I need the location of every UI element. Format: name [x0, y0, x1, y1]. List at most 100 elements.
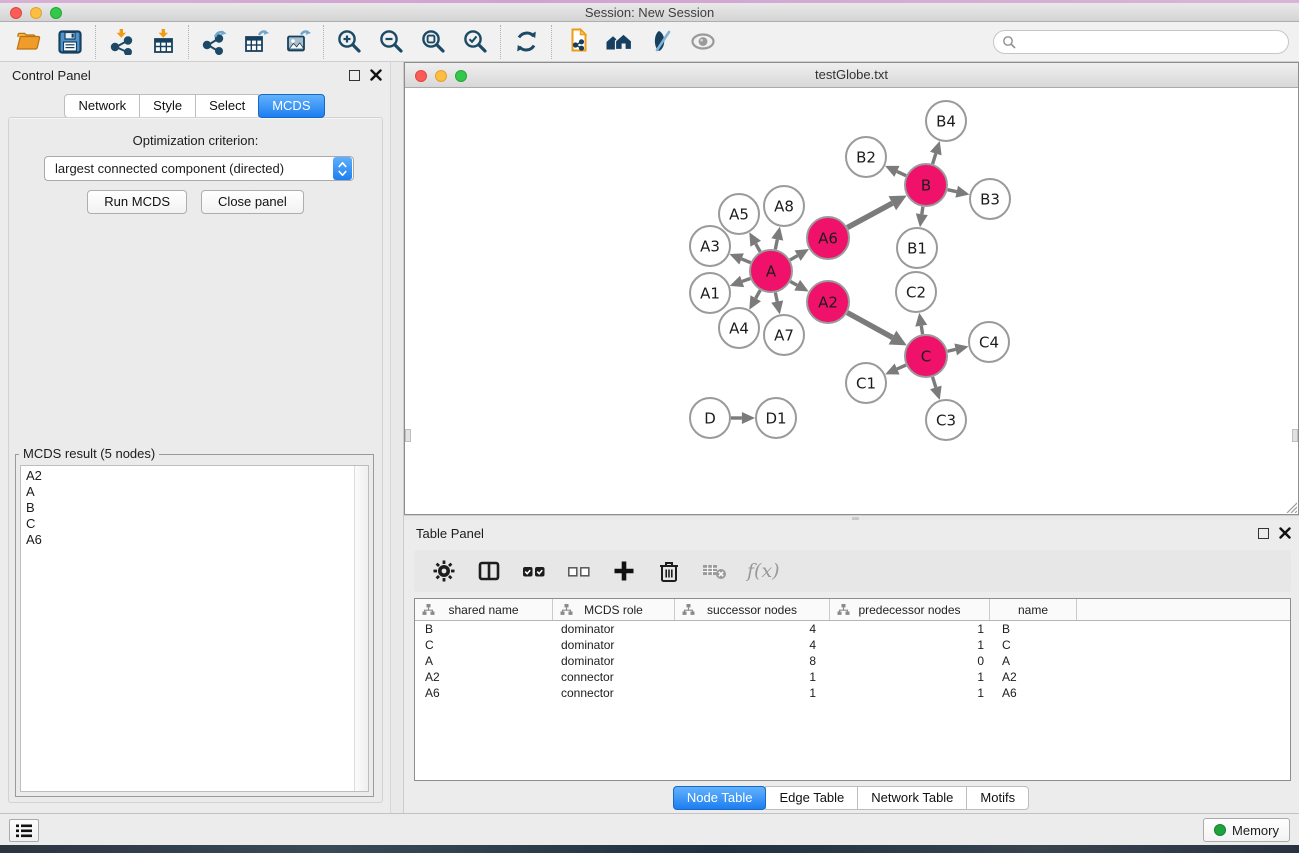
table-row-A2[interactable]: A2connector11A2: [415, 669, 1290, 685]
graph-edge-A-A6[interactable]: [790, 256, 798, 260]
unselect-all-columns-icon[interactable]: [565, 558, 593, 584]
float-table-panel-icon[interactable]: [1258, 528, 1269, 539]
add-column-icon[interactable]: [610, 558, 638, 584]
export-image-icon[interactable]: [284, 28, 312, 56]
close-table-panel-icon[interactable]: [1279, 527, 1291, 539]
tab-mcds[interactable]: MCDS: [258, 94, 324, 118]
cell-predecessor-nodes[interactable]: 1: [830, 670, 990, 684]
zoom-selected-icon[interactable]: [461, 28, 489, 56]
cell-name[interactable]: C: [990, 638, 1077, 652]
tab-node-table[interactable]: Node Table: [673, 786, 767, 810]
cell-mcds-role[interactable]: dominator: [553, 654, 675, 668]
close-panel-icon[interactable]: [370, 69, 382, 81]
app-titlebar[interactable]: Session: New Session: [0, 3, 1299, 22]
task-history-button[interactable]: [9, 819, 39, 842]
graph-edge-B-B4[interactable]: [933, 154, 936, 164]
zoom-out-icon[interactable]: [377, 28, 405, 56]
delete-columns-trash-icon[interactable]: [655, 558, 683, 584]
cell-successor-nodes[interactable]: 1: [675, 686, 830, 700]
cell-shared-name[interactable]: A6: [415, 686, 553, 700]
graph-edge-A-A2[interactable]: [790, 282, 797, 286]
zoom-in-icon[interactable]: [335, 28, 363, 56]
vertical-splitter[interactable]: [390, 62, 404, 813]
tab-select[interactable]: Select: [195, 94, 259, 118]
tab-network[interactable]: Network: [64, 94, 140, 118]
graph-edge-A-A1[interactable]: [742, 278, 750, 281]
close-panel-button[interactable]: Close panel: [201, 190, 304, 214]
cell-predecessor-nodes[interactable]: 1: [830, 686, 990, 700]
cell-predecessor-nodes[interactable]: 0: [830, 654, 990, 668]
table-options-gear-icon[interactable]: [430, 558, 458, 584]
column-header-successor-nodes[interactable]: successor nodes: [675, 599, 830, 620]
search-field[interactable]: [993, 30, 1289, 54]
cell-successor-nodes[interactable]: 4: [675, 622, 830, 636]
tab-motifs[interactable]: Motifs: [966, 786, 1029, 810]
mcds-result-item[interactable]: A6: [26, 532, 350, 548]
tab-style[interactable]: Style: [139, 94, 196, 118]
delete-table-icon[interactable]: [700, 558, 728, 584]
graph-edge-B-B2[interactable]: [897, 171, 906, 175]
graph-edge-B-B3[interactable]: [947, 190, 956, 192]
table-row-C[interactable]: Cdominator41C: [415, 637, 1290, 653]
mcds-result-item[interactable]: C: [26, 516, 350, 532]
graph-edge-A6-B[interactable]: [847, 203, 892, 227]
cell-predecessor-nodes[interactable]: 1: [830, 638, 990, 652]
cell-mcds-role[interactable]: dominator: [553, 638, 675, 652]
cell-name[interactable]: A6: [990, 686, 1077, 700]
criterion-dropdown[interactable]: largest connected component (directed): [44, 156, 354, 181]
cell-mcds-role[interactable]: connector: [553, 686, 675, 700]
tab-network-table[interactable]: Network Table: [857, 786, 967, 810]
graph-edge-C-C1[interactable]: [897, 365, 906, 369]
cell-name[interactable]: B: [990, 622, 1077, 636]
table-row-B[interactable]: Bdominator41B: [415, 621, 1290, 637]
mcds-result-item[interactable]: B: [26, 500, 350, 516]
graph-edge-A-A7[interactable]: [775, 293, 777, 302]
mcds-result-item[interactable]: A: [26, 484, 350, 500]
graph-edge-C-C4[interactable]: [947, 349, 955, 351]
run-mcds-button[interactable]: Run MCDS: [87, 190, 187, 214]
cell-name[interactable]: A: [990, 654, 1077, 668]
cell-mcds-role[interactable]: dominator: [553, 622, 675, 636]
cell-name[interactable]: A2: [990, 670, 1077, 684]
graph-edge-A-A5[interactable]: [756, 244, 761, 252]
graph-edge-A2-C[interactable]: [847, 313, 892, 338]
zoom-fit-icon[interactable]: [419, 28, 447, 56]
column-split-icon[interactable]: [475, 558, 503, 584]
graph-edge-A-A4[interactable]: [756, 290, 761, 298]
table-row-A6[interactable]: A6connector11A6: [415, 685, 1290, 701]
graph-edge-A-A3[interactable]: [742, 259, 751, 263]
import-table-icon[interactable]: [149, 28, 177, 56]
graph-edge-B-B1[interactable]: [922, 207, 923, 214]
column-header-name[interactable]: name: [990, 599, 1077, 620]
search-input[interactable]: [1022, 34, 1280, 49]
cell-successor-nodes[interactable]: 1: [675, 670, 830, 684]
network-frame-titlebar[interactable]: testGlobe.txt: [405, 63, 1298, 88]
refresh-view-icon[interactable]: [512, 28, 540, 56]
column-header-shared-name[interactable]: shared name: [415, 599, 553, 620]
select-all-columns-icon[interactable]: [520, 558, 548, 584]
cell-predecessor-nodes[interactable]: 1: [830, 622, 990, 636]
float-panel-icon[interactable]: [349, 70, 360, 81]
mcds-result-item[interactable]: A2: [26, 468, 350, 484]
cell-shared-name[interactable]: A2: [415, 670, 553, 684]
table-row-A[interactable]: Adominator80A: [415, 653, 1290, 669]
hide-graphics-details-icon[interactable]: [647, 28, 675, 56]
open-session-icon[interactable]: [14, 28, 42, 56]
column-header-mcds-role[interactable]: MCDS role: [553, 599, 675, 620]
save-session-icon[interactable]: [56, 28, 84, 56]
graph-edge-C-C3[interactable]: [933, 377, 936, 387]
resize-grip-icon[interactable]: [1285, 501, 1297, 513]
import-network-icon[interactable]: [107, 28, 135, 56]
tab-edge-table[interactable]: Edge Table: [765, 786, 858, 810]
eye-icon[interactable]: [689, 28, 717, 56]
memory-button[interactable]: Memory: [1203, 818, 1290, 842]
cell-shared-name[interactable]: C: [415, 638, 553, 652]
network-canvas[interactable]: AA1A3A5A8A6A2A4A7BB2B4B3B1CC2C4C1C3DD1: [405, 89, 1298, 514]
export-table-icon[interactable]: [242, 28, 270, 56]
graph-edge-A-A8[interactable]: [775, 239, 777, 249]
cell-successor-nodes[interactable]: 8: [675, 654, 830, 668]
column-header-predecessor-nodes[interactable]: predecessor nodes: [830, 599, 990, 620]
function-builder-icon[interactable]: f(x): [747, 560, 780, 582]
cell-successor-nodes[interactable]: 4: [675, 638, 830, 652]
export-network-icon[interactable]: [200, 28, 228, 56]
